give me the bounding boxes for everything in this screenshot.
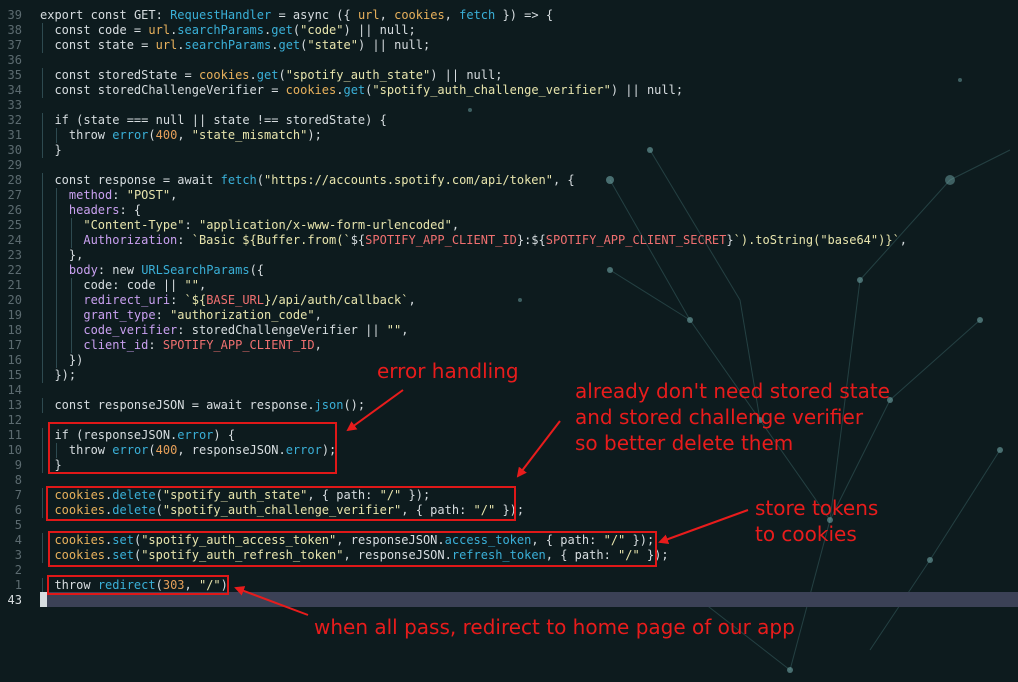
code-line[interactable]: redirect_uri: `${BASE_URL}/api/auth/call…: [40, 293, 415, 308]
code-line[interactable]: const responseJSON = await response.json…: [40, 398, 365, 413]
error-handling-note: error handling: [377, 359, 519, 383]
line-number: 29: [7, 158, 22, 172]
line-number: 23: [7, 248, 22, 262]
line-number: 20: [7, 293, 22, 307]
code-line[interactable]: method: "POST",: [40, 188, 177, 203]
set-cookies-box: [48, 531, 657, 567]
code-line[interactable]: }): [40, 353, 83, 368]
code-line[interactable]: code: code || "",: [40, 278, 206, 293]
code-line[interactable]: Authorization: `Basic ${Buffer.from(`${S…: [40, 233, 907, 248]
code-line[interactable]: const storedChallengeVerifier = cookies.…: [40, 83, 683, 98]
code-line[interactable]: const storedState = cookies.get("spotify…: [40, 68, 502, 83]
line-number: 38: [7, 23, 22, 37]
code-line[interactable]: const response = await fetch("https://ac…: [40, 173, 574, 188]
code-line[interactable]: }: [40, 143, 61, 158]
code-line[interactable]: throw error(400, "state_mismatch");: [40, 128, 322, 143]
line-number: 17: [7, 338, 22, 352]
line-number: 16: [7, 353, 22, 367]
store-note-line-2: to cookies: [755, 522, 857, 546]
line-number: 9: [14, 458, 22, 472]
code-line[interactable]: headers: {: [40, 203, 141, 218]
code-line[interactable]: "Content-Type": "application/x-www-form-…: [40, 218, 459, 233]
line-number: 34: [7, 83, 22, 97]
line-number: 30: [7, 143, 22, 157]
delete-note-line-1: already don't need stored state: [575, 379, 890, 403]
line-number: 25: [7, 218, 22, 232]
line-number: 24: [7, 233, 22, 247]
redirect-box: [47, 575, 229, 595]
line-number: 37: [7, 38, 22, 52]
code-line[interactable]: client_id: SPOTIFY_APP_CLIENT_ID,: [40, 338, 321, 353]
line-number: 6: [14, 503, 22, 517]
line-number: 4: [14, 533, 22, 547]
code-line[interactable]: const code = url.searchParams.get("code"…: [40, 23, 415, 38]
line-number: 8: [14, 473, 22, 487]
delete-note-line-3: so better delete them: [575, 431, 794, 455]
line-number: 36: [7, 53, 22, 67]
line-number: 2: [14, 563, 22, 577]
line-number: 39: [7, 8, 22, 22]
line-number: 13: [7, 398, 22, 412]
line-number: 22: [7, 263, 22, 277]
redirect-note: when all pass, redirect to home page of …: [314, 615, 795, 639]
line-number: 3: [14, 548, 22, 562]
line-number: 7: [14, 488, 22, 502]
line-number: 21: [7, 278, 22, 292]
line-number: 33: [7, 98, 22, 112]
line-number: 5: [14, 518, 22, 532]
line-number: 28: [7, 173, 22, 187]
line-number: 14: [7, 383, 22, 397]
line-number: 43: [7, 593, 22, 607]
code-line[interactable]: if (state === null || state !== storedSt…: [40, 113, 386, 128]
code-line[interactable]: body: new URLSearchParams({: [40, 263, 264, 278]
code-line[interactable]: grant_type: "authorization_code",: [40, 308, 321, 323]
line-number: 12: [7, 413, 22, 427]
line-number: 31: [7, 128, 22, 142]
code-line[interactable]: });: [40, 368, 76, 383]
code-line[interactable]: },: [40, 248, 83, 263]
line-number: 11: [7, 428, 22, 442]
code-line[interactable]: const state = url.searchParams.get("stat…: [40, 38, 430, 53]
code-line[interactable]: export const GET: RequestHandler = async…: [40, 8, 553, 23]
delete-cookies-box: [46, 486, 516, 521]
store-note-line-1: store tokens: [755, 496, 879, 520]
line-number: 1: [14, 578, 22, 592]
line-number: 26: [7, 203, 22, 217]
line-number: 27: [7, 188, 22, 202]
error-handling-box: [48, 422, 337, 474]
line-number: 19: [7, 308, 22, 322]
line-number: 32: [7, 113, 22, 127]
code-line[interactable]: code_verifier: storedChallengeVerifier |…: [40, 323, 408, 338]
line-number: 35: [7, 68, 22, 82]
delete-note-line-2: and stored challenge verifier: [575, 405, 864, 429]
line-number: 10: [7, 443, 22, 457]
text-cursor: [40, 592, 47, 607]
line-number: 18: [7, 323, 22, 337]
line-number: 15: [7, 368, 22, 382]
